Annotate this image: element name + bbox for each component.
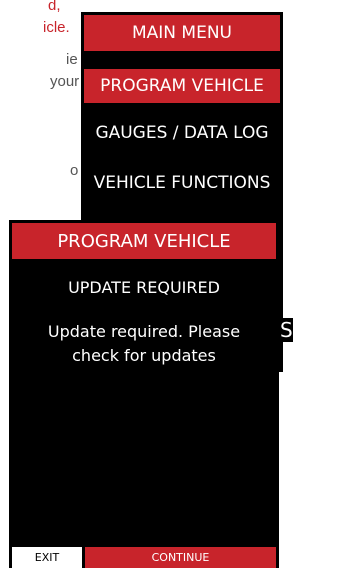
menu-item-vehicle-functions[interactable]: VEHICLE FUNCTIONS [81,168,283,198]
exit-button[interactable]: EXIT [12,547,82,568]
continue-button[interactable]: CONTINUE [85,547,276,568]
bg-text-fragment: your [50,73,80,90]
menu-item-gauges-data-log[interactable]: GAUGES / DATA LOG [81,118,283,148]
program-vehicle-screen: PROGRAM VEHICLE UPDATE REQUIRED Update r… [9,220,279,568]
bg-text-fragment: d, [48,0,61,14]
bg-text-fragment: icle. [43,19,70,36]
bg-text-fragment: ie [66,51,78,68]
bg-text-fragment: o [70,162,79,179]
main-menu-header: MAIN MENU [84,15,280,51]
menu-item-partial-text: S [280,318,293,342]
menu-item-program-vehicle[interactable]: PROGRAM VEHICLE [84,69,280,103]
screen-subtitle: UPDATE REQUIRED [68,278,220,297]
screen-header: PROGRAM VEHICLE [12,223,276,259]
update-message: Update required. Please check for update… [47,322,241,365]
